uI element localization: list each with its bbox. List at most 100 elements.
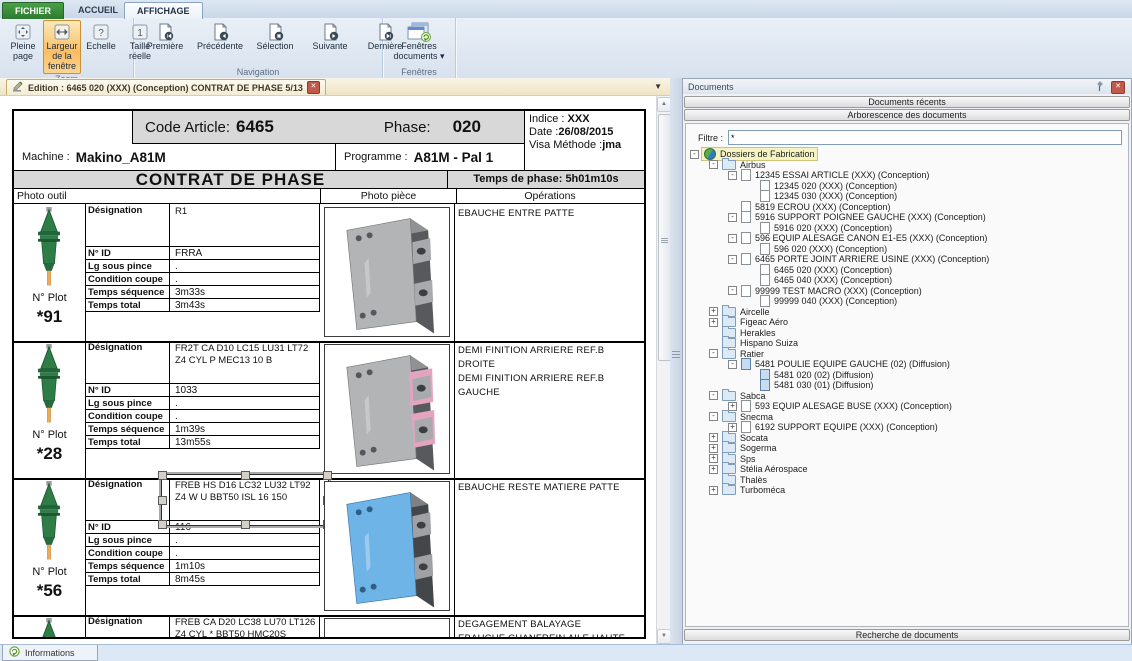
documents-tree-bar[interactable]: Arborescence des documents — [684, 109, 1130, 121]
collapse-icon[interactable]: - — [728, 213, 737, 222]
close-document-icon[interactable]: ✕ — [307, 81, 320, 94]
condition-value[interactable]: . — [170, 547, 319, 559]
seq-value[interactable]: 3m33s — [170, 286, 319, 298]
collapse-icon[interactable]: - — [728, 286, 737, 295]
tree-item[interactable]: +Turboméca — [686, 485, 1128, 496]
tree-item[interactable]: + Aircelle — [686, 307, 1128, 318]
tree-item[interactable]: +Sps — [686, 454, 1128, 465]
tree-item[interactable]: 5481 030 (01) (Diffusion) — [686, 380, 1128, 391]
fit-width-button[interactable]: Largeur de la fenêtre — [43, 20, 81, 74]
tab-list-dropdown-icon[interactable]: ▼ — [654, 82, 662, 91]
total-label: Temps total — [85, 436, 170, 448]
recent-documents-bar[interactable]: Documents récents — [684, 96, 1130, 108]
tree-item[interactable]: 12345 020 (XXX) (Conception) — [686, 181, 1128, 192]
tree-item-label: Aircelle — [740, 307, 770, 317]
tree-item[interactable]: -596 EQUIP ALESAGE CANON E1-E5 (XXX) (Co… — [686, 233, 1128, 244]
tree-item[interactable]: 99999 040 (XXX) (Conception) — [686, 296, 1128, 307]
tab-fichier[interactable]: FICHIER — [2, 2, 64, 19]
scroll-down-icon[interactable]: ▼ — [657, 629, 671, 644]
informations-tab[interactable]: Informations — [2, 645, 98, 661]
fit-page-button[interactable]: Pleine page — [4, 20, 42, 64]
id-value[interactable]: 1033 — [170, 384, 319, 396]
lg-value[interactable]: . — [170, 534, 319, 546]
collapse-icon[interactable]: - — [709, 391, 718, 400]
lg-value[interactable]: . — [170, 260, 319, 272]
collapse-icon[interactable]: - — [728, 171, 737, 180]
selection-handle[interactable] — [158, 496, 167, 505]
tree-item[interactable]: 5481 020 (02) (Diffusion) — [686, 370, 1128, 381]
tree-item[interactable]: -99999 TEST MACRO (XXX) (Conception) — [686, 286, 1128, 297]
doc-icon — [760, 274, 770, 286]
tree-item[interactable]: +593 EQUIP ALESAGE BUSE (XXX) (Conceptio… — [686, 401, 1128, 412]
expand-icon[interactable]: + — [728, 402, 737, 411]
tree-item[interactable]: -5916 SUPPORT POIGNEE GAUCHE (XXX) (Conc… — [686, 212, 1128, 223]
selection-box[interactable] — [161, 474, 329, 526]
documents-panel-titlebar: Documents ✕ — [683, 79, 1131, 94]
selection-handle[interactable] — [241, 520, 250, 529]
tree-item-content: 5481 030 (01) (Diffusion) — [760, 379, 873, 391]
tree-item[interactable]: Hispano Suiza — [686, 338, 1128, 349]
collapse-icon[interactable]: - — [709, 349, 718, 358]
vertical-scrollbar[interactable]: ▲ ▼ — [656, 96, 670, 645]
tree-item[interactable]: +Stélia Aérospace — [686, 464, 1128, 475]
tree-item[interactable]: + Figeac Aéro — [686, 317, 1128, 328]
condition-value[interactable]: . — [170, 273, 319, 285]
total-value[interactable]: 8m45s — [170, 573, 319, 585]
tree-item[interactable]: -12345 ESSAI ARTICLE (XXX) (Conception) — [686, 170, 1128, 181]
previous-page-button[interactable]: Précédente — [193, 20, 247, 54]
tree-item[interactable]: Thalès — [686, 475, 1128, 486]
id-value[interactable]: FRRA — [170, 247, 319, 259]
condition-value[interactable]: . — [170, 410, 319, 422]
seq-value[interactable]: 1m10s — [170, 560, 319, 572]
expand-icon[interactable]: + — [709, 307, 718, 316]
tab-accueil[interactable]: ACCUEIL — [66, 2, 130, 18]
designation-value[interactable]: FR2T CA D10 LC15 LU31 LT72 Z4 CYL P MEC1… — [170, 341, 319, 383]
collapse-icon[interactable]: - — [709, 412, 718, 421]
designation-value[interactable]: R1 — [170, 204, 319, 246]
document-windows-button[interactable]: Fenêtres documents ▾ — [389, 20, 449, 64]
filter-input[interactable] — [728, 130, 1122, 145]
tree-item[interactable]: +Socata — [686, 433, 1128, 444]
expand-icon[interactable]: + — [709, 444, 718, 453]
first-page-button[interactable]: Première — [138, 20, 192, 54]
tree-item[interactable]: -Dossiers de Fabrication — [686, 149, 1128, 160]
expand-icon[interactable]: + — [709, 318, 718, 327]
expand-icon[interactable]: + — [709, 454, 718, 463]
collapse-icon[interactable]: - — [709, 160, 718, 169]
panel-splitter[interactable] — [670, 78, 682, 645]
scale-button[interactable]: ? Echelle — [82, 20, 120, 54]
selection-page-button[interactable]: Sélection — [248, 20, 302, 54]
tab-affichage[interactable]: AFFICHAGE — [124, 2, 203, 19]
scroll-up-icon[interactable]: ▲ — [657, 97, 671, 112]
total-value[interactable]: 13m55s — [170, 436, 319, 448]
pin-icon[interactable] — [1094, 81, 1105, 92]
tree-item[interactable]: -6465 PORTE JOINT ARRIERE USINE (XXX) (C… — [686, 254, 1128, 265]
close-panel-icon[interactable]: ✕ — [1111, 81, 1125, 94]
expand-icon[interactable]: + — [728, 423, 737, 432]
expand-icon[interactable]: + — [709, 433, 718, 442]
selection-handle[interactable] — [158, 471, 167, 480]
collapse-icon[interactable]: - — [728, 255, 737, 264]
expand-icon[interactable]: + — [709, 465, 718, 474]
total-value[interactable]: 3m43s — [170, 299, 319, 311]
collapse-icon[interactable]: - — [690, 150, 699, 159]
collapse-icon[interactable]: - — [728, 360, 737, 369]
lg-value[interactable]: . — [170, 397, 319, 409]
tree-item-content: 593 EQUIP ALESAGE BUSE (XXX) (Conception… — [741, 400, 952, 412]
tree-item[interactable]: -5481 POULIE EQUIPE GAUCHE (02) (Diffusi… — [686, 359, 1128, 370]
tree-item-content: Figeac Aéro — [722, 317, 788, 327]
document-tab[interactable]: Edition : 6465 020 (XXX) (Conception) CO… — [6, 79, 326, 95]
tree-item[interactable]: Herakles — [686, 328, 1128, 339]
selection-handle[interactable] — [158, 520, 167, 529]
seq-value[interactable]: 1m39s — [170, 423, 319, 435]
designation-value[interactable]: FREB CA D20 LC38 LU70 LT126 Z4 CYL * BBT… — [170, 615, 319, 639]
next-page-button[interactable]: Suivante — [303, 20, 357, 54]
collapse-icon[interactable]: - — [728, 234, 737, 243]
selection-handle[interactable] — [241, 471, 250, 480]
tree-item[interactable]: 6465 020 (XXX) (Conception) — [686, 265, 1128, 276]
doc-icon — [741, 400, 751, 412]
search-documents-bar[interactable]: Recherche de documents — [684, 629, 1130, 641]
tree-item[interactable]: +6192 SUPPORT EQUIPE (XXX) (Conception) — [686, 422, 1128, 433]
expand-icon[interactable]: + — [709, 486, 718, 495]
tree-item[interactable]: +Sogerma — [686, 443, 1128, 454]
